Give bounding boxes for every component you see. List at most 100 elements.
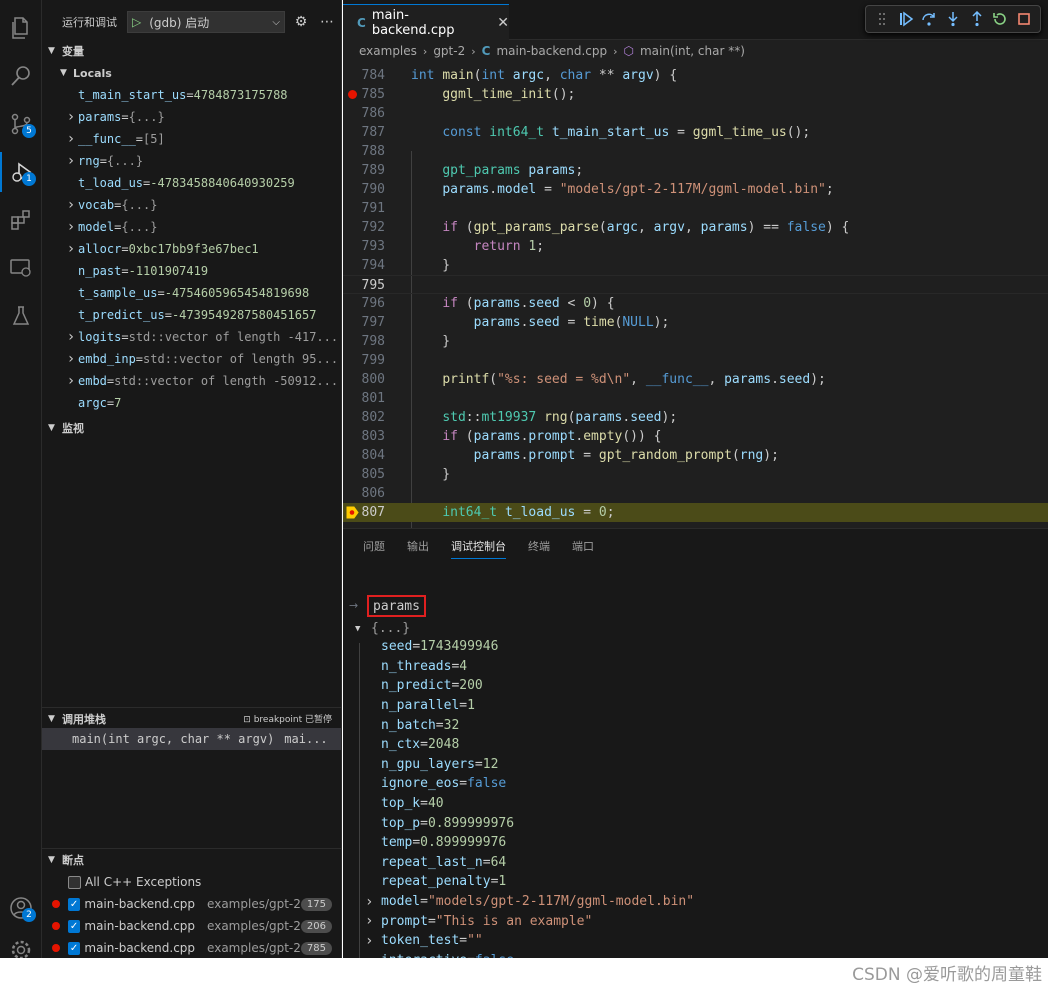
code-line[interactable]: 791 [343, 199, 1048, 218]
code-line[interactable]: 801 [343, 389, 1048, 408]
panel-tab[interactable]: 调试控制台 [451, 534, 506, 559]
code-line[interactable]: 786 [343, 104, 1048, 123]
testing-icon[interactable] [0, 296, 42, 336]
code-line[interactable]: 792 if (gpt_params_parse(argc, argv, par… [343, 218, 1048, 237]
drag-handle-icon[interactable] [872, 9, 892, 29]
variable-row[interactable]: › embd = std::vector of length -50912... [42, 370, 341, 392]
console-field-row[interactable]: repeat_last_n = 64 [365, 853, 694, 873]
code-line[interactable]: 789 gpt_params params; [343, 161, 1048, 180]
console-field-row[interactable]: › model = "models/gpt-2-117M/ggml-model.b… [365, 892, 694, 912]
variable-row[interactable]: › params = {...} [42, 106, 341, 128]
source-control-icon[interactable]: 5 [0, 104, 42, 144]
code-line[interactable]: 795 [343, 275, 1048, 294]
continue-icon[interactable] [896, 9, 916, 29]
code-line[interactable]: 784 int main(int argc, char ** argv) { [343, 66, 1048, 85]
breakpoint-checkbox[interactable]: ✓ [67, 919, 81, 933]
variable-row[interactable]: › __func__ = [5] [42, 128, 341, 150]
console-field-row[interactable]: n_gpu_layers = 12 [365, 755, 694, 775]
variable-row[interactable]: n_past = -1101907419 [42, 260, 341, 282]
panel-tab[interactable]: 终端 [528, 534, 550, 558]
more-actions-icon[interactable]: ⋯ [317, 14, 337, 30]
open-launch-json-gear-icon[interactable]: ⚙ [291, 14, 311, 30]
breakpoint-item[interactable]: ✓ main-backend.cpp examples/gpt-2 175 [42, 893, 341, 915]
search-icon[interactable] [0, 56, 42, 96]
console-field-row[interactable]: n_predict = 200 [365, 676, 694, 696]
console-field-row[interactable]: › prompt = "This is an example" [365, 911, 694, 931]
step-into-icon[interactable] [943, 9, 963, 29]
variable-row[interactable]: t_main_start_us = 4784873175788 [42, 84, 341, 106]
stop-icon[interactable] [1014, 9, 1034, 29]
console-field-row[interactable]: n_parallel = 1 [365, 696, 694, 716]
tab-main-backend[interactable]: C main-backend.cpp ✕ [343, 4, 509, 40]
extensions-icon[interactable] [0, 200, 42, 240]
console-field-row[interactable]: n_ctx = 2048 [365, 735, 694, 755]
console-root-object[interactable]: ▼ {...} [355, 619, 410, 639]
code-line[interactable]: 794 } [343, 256, 1048, 275]
exceptions-breakpoint[interactable]: All C++ Exceptions [42, 871, 341, 893]
breakpoint-checkbox[interactable]: ✓ [67, 897, 81, 911]
explorer-icon[interactable] [0, 8, 42, 48]
breadcrumb-examples[interactable]: examples [359, 44, 417, 58]
breakpoints-section-header[interactable]: ▼ 断点 [42, 849, 341, 871]
code-line[interactable]: 800 printf("%s: seed = %d\n", __func__, … [343, 370, 1048, 389]
console-field-row[interactable]: n_threads = 4 [365, 657, 694, 677]
start-debug-icon[interactable]: ▷ [132, 15, 141, 29]
variable-row[interactable]: t_predict_us = -4739549287580451657 [42, 304, 341, 326]
close-icon[interactable]: ✕ [497, 15, 509, 31]
remote-explorer-icon[interactable] [0, 248, 42, 288]
code-line[interactable]: 796 if (params.seed < 0) { [343, 294, 1048, 313]
console-field-row[interactable]: temp = 0.899999976 [365, 833, 694, 853]
breakpoint-checkbox[interactable]: ✓ [67, 941, 81, 955]
console-field-row[interactable]: › token_test = "" [365, 931, 694, 951]
breadcrumb-gpt2[interactable]: gpt-2 [433, 44, 465, 58]
launch-config-select[interactable]: ▷ (gdb) 启动 ⌵ [127, 11, 285, 33]
code-line[interactable]: 787 const int64_t t_main_start_us = ggml… [343, 123, 1048, 142]
step-over-icon[interactable] [919, 9, 939, 29]
panel-tab[interactable]: 问题 [363, 534, 385, 558]
code-line[interactable]: 790 params.model = "models/gpt-2-117M/gg… [343, 180, 1048, 199]
code-line[interactable]: 798 } [343, 332, 1048, 351]
panel-tab[interactable]: 端口 [572, 534, 594, 558]
breadcrumb-symbol[interactable]: main(int, char **) [640, 44, 745, 58]
code-line[interactable]: 799 [343, 351, 1048, 370]
variable-row[interactable]: › vocab = {...} [42, 194, 341, 216]
code-line[interactable]: 803 if (params.prompt.empty()) { [343, 427, 1048, 446]
step-out-icon[interactable] [967, 9, 987, 29]
run-debug-icon[interactable]: 1 [0, 152, 42, 192]
breakpoint-item[interactable]: ✓ main-backend.cpp examples/gpt-2 785 [42, 937, 341, 958]
variable-row[interactable]: › model = {...} [42, 216, 341, 238]
account-icon[interactable]: 2 [0, 888, 42, 928]
restart-icon[interactable] [990, 9, 1010, 29]
variable-row[interactable]: t_sample_us = -4754605965454819698 [42, 282, 341, 304]
code-line[interactable]: 804 params.prompt = gpt_random_prompt(rn… [343, 446, 1048, 465]
variable-row[interactable]: t_load_us = -4783458840640930259 [42, 172, 341, 194]
variable-row[interactable]: › allocr = 0xbc17bb9f3e67bec1 [42, 238, 341, 260]
console-field-row[interactable]: n_batch = 32 [365, 715, 694, 735]
code-line[interactable]: 806 [343, 484, 1048, 503]
code-line[interactable]: 807 int64_t t_load_us = 0; [343, 503, 1048, 522]
console-field-row[interactable]: interactive = false [365, 951, 694, 958]
code-line[interactable]: 802 std::mt19937 rng(params.seed); [343, 408, 1048, 427]
console-field-row[interactable]: seed = 1743499946 [365, 637, 694, 657]
console-field-row[interactable]: ignore_eos = false [365, 774, 694, 794]
console-field-row[interactable]: repeat_penalty = 1 [365, 872, 694, 892]
variable-row[interactable]: › logits = std::vector of length -417... [42, 326, 341, 348]
breakpoint-item[interactable]: ✓ main-backend.cpp examples/gpt-2 206 [42, 915, 341, 937]
code-line[interactable]: 788 [343, 142, 1048, 161]
watch-section-header[interactable]: ▼ 监视 [42, 417, 84, 439]
variables-section-header[interactable]: ▼ 变量 [42, 40, 341, 62]
code-line[interactable]: 785 ggml_time_init(); [343, 85, 1048, 104]
exceptions-checkbox[interactable] [68, 875, 81, 889]
console-field-row[interactable]: top_p = 0.899999976 [365, 813, 694, 833]
panel-tab[interactable]: 输出 [407, 534, 429, 558]
variable-row[interactable]: › rng = {...} [42, 150, 341, 172]
code-line[interactable]: 793 return 1; [343, 237, 1048, 256]
variable-row[interactable]: › embd_inp = std::vector of length 95... [42, 348, 341, 370]
console-field-row[interactable]: top_k = 40 [365, 794, 694, 814]
breadcrumb-file[interactable]: main-backend.cpp [496, 44, 607, 58]
callstack-frame[interactable]: main(int argc, char ** argv) mai... [42, 728, 341, 750]
callstack-section-header[interactable]: ▼ 调用堆栈 ⊡ breakpoint 已暂停 [42, 707, 341, 729]
code-line[interactable]: 797 params.seed = time(NULL); [343, 313, 1048, 332]
variable-row[interactable]: argc = 7 [42, 392, 341, 414]
locals-scope[interactable]: ▼ Locals [42, 62, 341, 84]
